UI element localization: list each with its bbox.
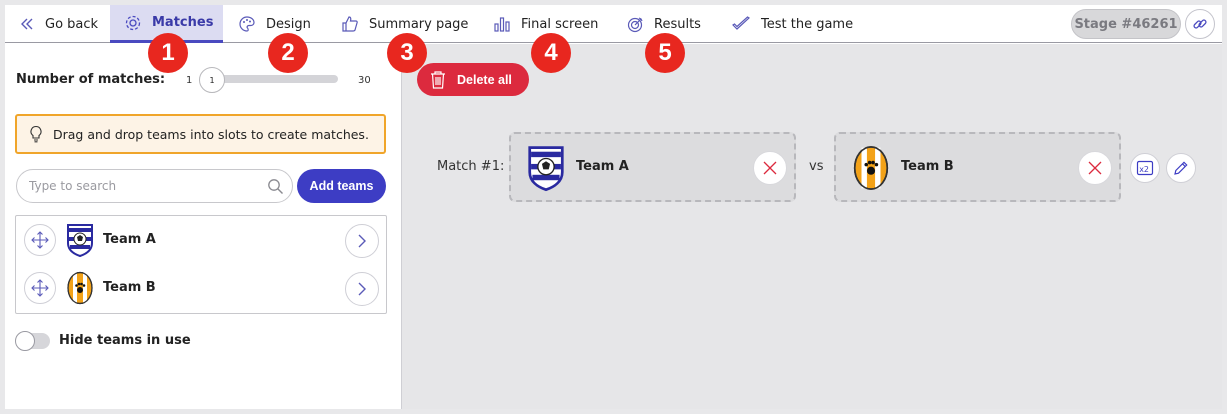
number-of-matches-label: Number of matches: <box>16 72 166 87</box>
remove-away-team-button[interactable] <box>1078 151 1112 185</box>
stage-id-label: Stage #46261 <box>1074 16 1178 32</box>
stage-id-badge[interactable]: Stage #46261 <box>1071 9 1181 39</box>
tab-summary-label: Summary page <box>369 16 469 32</box>
home-team-name: Team A <box>576 159 629 174</box>
hint-banner: Drag and drop teams into slots to create… <box>15 114 386 154</box>
team-b-logo <box>853 146 889 190</box>
close-icon <box>763 161 777 175</box>
bar-chart-icon <box>494 17 510 32</box>
matches-canvas: Delete all Match #1: Team A vs Team B x2 <box>402 44 1222 409</box>
trash-icon <box>431 70 445 89</box>
add-teams-button[interactable]: Add teams <box>297 169 386 203</box>
team-list: Team A Team B <box>15 215 387 314</box>
tab-results-label: Results <box>654 16 701 32</box>
hint-text: Drag and drop teams into slots to create… <box>53 126 369 142</box>
edit-match-button[interactable] <box>1166 153 1196 183</box>
away-team-name: Team B <box>901 159 954 174</box>
annotation-badge-2: 2 <box>268 33 308 73</box>
search-icon <box>268 179 283 194</box>
gear-icon <box>125 15 141 30</box>
target-icon <box>627 17 643 33</box>
link-icon <box>1193 19 1207 29</box>
go-back-button[interactable]: Go back <box>19 5 98 43</box>
matches-slider-thumb[interactable]: 1 <box>199 67 225 93</box>
annotation-badge-5: 5 <box>645 33 685 73</box>
match-slot-home[interactable]: Team A <box>509 132 796 202</box>
team-details-button[interactable] <box>345 272 379 306</box>
slider-max-label: 30 <box>358 75 371 86</box>
double-chevron-left-icon <box>21 18 33 30</box>
close-icon <box>1088 161 1102 175</box>
slider-min-label: 1 <box>186 75 193 86</box>
go-back-label: Go back <box>45 16 99 32</box>
chevron-right-icon <box>358 282 366 296</box>
pencil-icon <box>1174 161 1188 175</box>
teams-panel: Number of matches: 1 1 30 Drag and drop … <box>5 44 402 409</box>
annotation-badge-1: 1 <box>148 33 188 73</box>
match-slot-away[interactable]: Team B <box>834 132 1121 202</box>
hide-teams-label: Hide teams in use <box>59 333 191 348</box>
lightbulb-icon <box>30 125 42 143</box>
toggle-knob <box>15 331 35 351</box>
team-b-logo <box>67 271 93 305</box>
palette-icon <box>239 16 255 32</box>
slider-value: 1 <box>209 75 215 85</box>
tab-test-label: Test the game <box>761 16 854 32</box>
tab-matches-label: Matches <box>152 15 214 30</box>
annotation-badge-3: 3 <box>387 33 427 73</box>
drag-handle[interactable] <box>24 272 56 304</box>
team-name: Team B <box>103 280 156 295</box>
tab-test-the-game[interactable]: Test the game <box>731 5 853 43</box>
match-label: Match #1: <box>437 159 505 174</box>
top-nav: Go back Matches Design Summary page Fina… <box>5 5 1222 43</box>
copy-link-button[interactable] <box>1185 9 1215 39</box>
move-arrows-icon <box>31 279 49 297</box>
app-frame: Go back Matches Design Summary page Fina… <box>5 5 1222 409</box>
double-points-button[interactable]: x2 <box>1130 153 1160 183</box>
list-item[interactable]: Team A <box>16 216 386 264</box>
search-input[interactable] <box>29 179 249 193</box>
move-arrows-icon <box>31 231 49 249</box>
vs-label: vs <box>809 159 824 174</box>
drag-handle[interactable] <box>24 224 56 256</box>
tab-final-screen-label: Final screen <box>521 16 599 32</box>
multiplier-label: x2 <box>1139 165 1149 174</box>
multiplier-x2-icon: x2 <box>1136 160 1154 176</box>
team-name: Team A <box>103 232 156 247</box>
team-a-logo <box>67 224 93 257</box>
chevron-right-icon <box>358 234 366 248</box>
team-details-button[interactable] <box>345 224 379 258</box>
list-item[interactable]: Team B <box>16 264 386 312</box>
tab-design-label: Design <box>266 16 311 32</box>
thumbs-up-icon <box>342 16 358 32</box>
annotation-badge-4: 4 <box>531 33 571 73</box>
team-a-logo <box>528 146 564 192</box>
remove-home-team-button[interactable] <box>753 151 787 185</box>
delete-all-label: Delete all <box>457 72 512 87</box>
check-icon <box>732 16 750 30</box>
team-search <box>16 169 293 203</box>
hide-teams-toggle[interactable] <box>15 331 50 351</box>
delete-all-button[interactable]: Delete all <box>417 63 529 96</box>
